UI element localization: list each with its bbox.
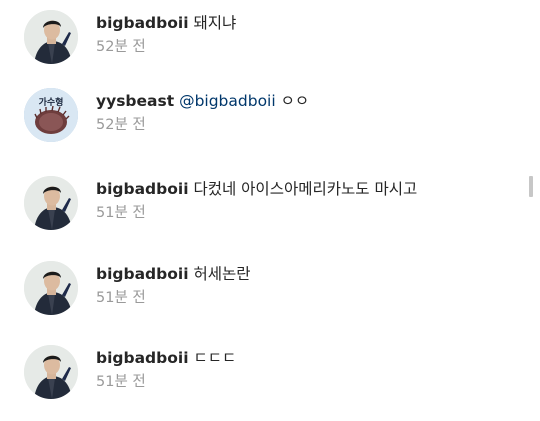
comment-list: bigbadboii 돼지냐 52분 전 가수형 yysbeast @bigba… — [0, 0, 540, 421]
comment-text-line: bigbadboii 다컸네 아이스아메리카노도 마시고 — [96, 178, 516, 200]
profile-photo-man-icon — [24, 10, 78, 64]
comment-text: ㄷㄷㄷ — [193, 349, 237, 367]
profile-photo-hedgehog-icon: 가수형 — [24, 88, 78, 142]
comment-text-line: bigbadboii ㄷㄷㄷ — [96, 347, 516, 369]
comment-item: bigbadboii 다컸네 아이스아메리카노도 마시고 51분 전 — [0, 176, 520, 236]
comment-text-line: bigbadboii 돼지냐 — [96, 12, 516, 34]
avatar[interactable]: 가수형 — [24, 88, 78, 142]
profile-photo-man-icon — [24, 345, 78, 399]
username[interactable]: bigbadboii — [96, 180, 189, 198]
avatar[interactable] — [24, 345, 78, 399]
username[interactable]: bigbadboii — [96, 349, 189, 367]
comment-text: ㅇㅇ — [280, 92, 310, 110]
profile-photo-man-icon — [24, 261, 78, 315]
username[interactable]: yysbeast — [96, 92, 174, 110]
timestamp: 51분 전 — [96, 205, 146, 221]
timestamp: 51분 전 — [96, 290, 146, 306]
comment-text: 돼지냐 — [193, 14, 237, 32]
scrollbar-thumb[interactable] — [529, 176, 533, 197]
comment-item: bigbadboii 돼지냐 52분 전 — [0, 10, 520, 70]
comment-text-line: yysbeast @bigbadboii ㅇㅇ — [96, 90, 516, 112]
mention-link[interactable]: @bigbadboii — [179, 92, 276, 110]
comment-item: 가수형 yysbeast @bigbadboii ㅇㅇ 52분 전 — [0, 88, 520, 148]
comment-item: bigbadboii 허세논란 51분 전 — [0, 261, 520, 321]
timestamp: 51분 전 — [96, 374, 146, 390]
profile-photo-man-icon — [24, 176, 78, 230]
comment-text: 다컸네 아이스아메리카노도 마시고 — [193, 180, 418, 198]
avatar[interactable] — [24, 176, 78, 230]
timestamp: 52분 전 — [96, 39, 146, 55]
username[interactable]: bigbadboii — [96, 14, 189, 32]
comment-text-line: bigbadboii 허세논란 — [96, 263, 516, 285]
avatar[interactable] — [24, 10, 78, 64]
avatar-caption: 가수형 — [39, 96, 64, 108]
comment-text: 허세논란 — [193, 265, 251, 283]
timestamp: 52분 전 — [96, 117, 146, 133]
avatar[interactable] — [24, 261, 78, 315]
username[interactable]: bigbadboii — [96, 265, 189, 283]
comment-item: bigbadboii ㄷㄷㄷ 51분 전 — [0, 345, 520, 405]
